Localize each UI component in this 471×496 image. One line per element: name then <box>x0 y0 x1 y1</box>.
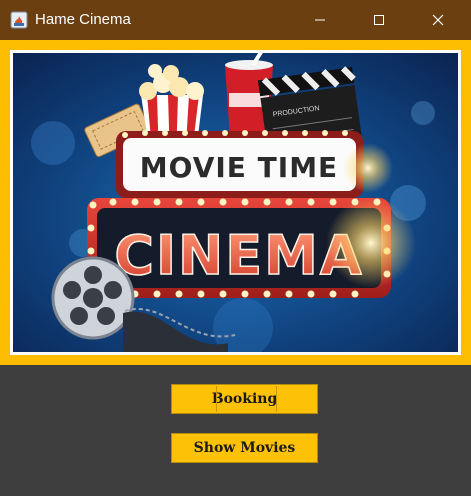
button-divider <box>216 386 217 412</box>
maximize-button[interactable] <box>356 0 402 40</box>
maximize-icon <box>374 15 384 25</box>
poster-border: PRODUCTION MOVIE TIME CINEMA <box>10 50 461 355</box>
title-bar[interactable]: Hame Cinema <box>0 0 471 40</box>
java-app-icon <box>10 11 28 29</box>
poster-frame: PRODUCTION MOVIE TIME CINEMA <box>0 40 471 365</box>
minimize-button[interactable] <box>297 0 343 40</box>
close-icon <box>432 14 444 26</box>
cinema-poster-image: PRODUCTION MOVIE TIME CINEMA <box>13 53 458 352</box>
minimize-icon <box>315 19 325 21</box>
booking-button[interactable]: Booking <box>171 384 318 414</box>
close-button[interactable] <box>415 0 461 40</box>
window-title: Hame Cinema <box>35 11 131 28</box>
show-movies-button-label: Show Movies <box>193 440 296 456</box>
booking-button-label: Booking <box>211 391 278 407</box>
show-movies-button[interactable]: Show Movies <box>171 433 318 463</box>
poster-marquee: CINEMA <box>114 224 363 287</box>
main-panel: PRODUCTION MOVIE TIME CINEMA Booking Sho… <box>0 40 471 496</box>
poster-headline: MOVIE TIME <box>140 151 338 184</box>
button-divider <box>276 386 277 412</box>
